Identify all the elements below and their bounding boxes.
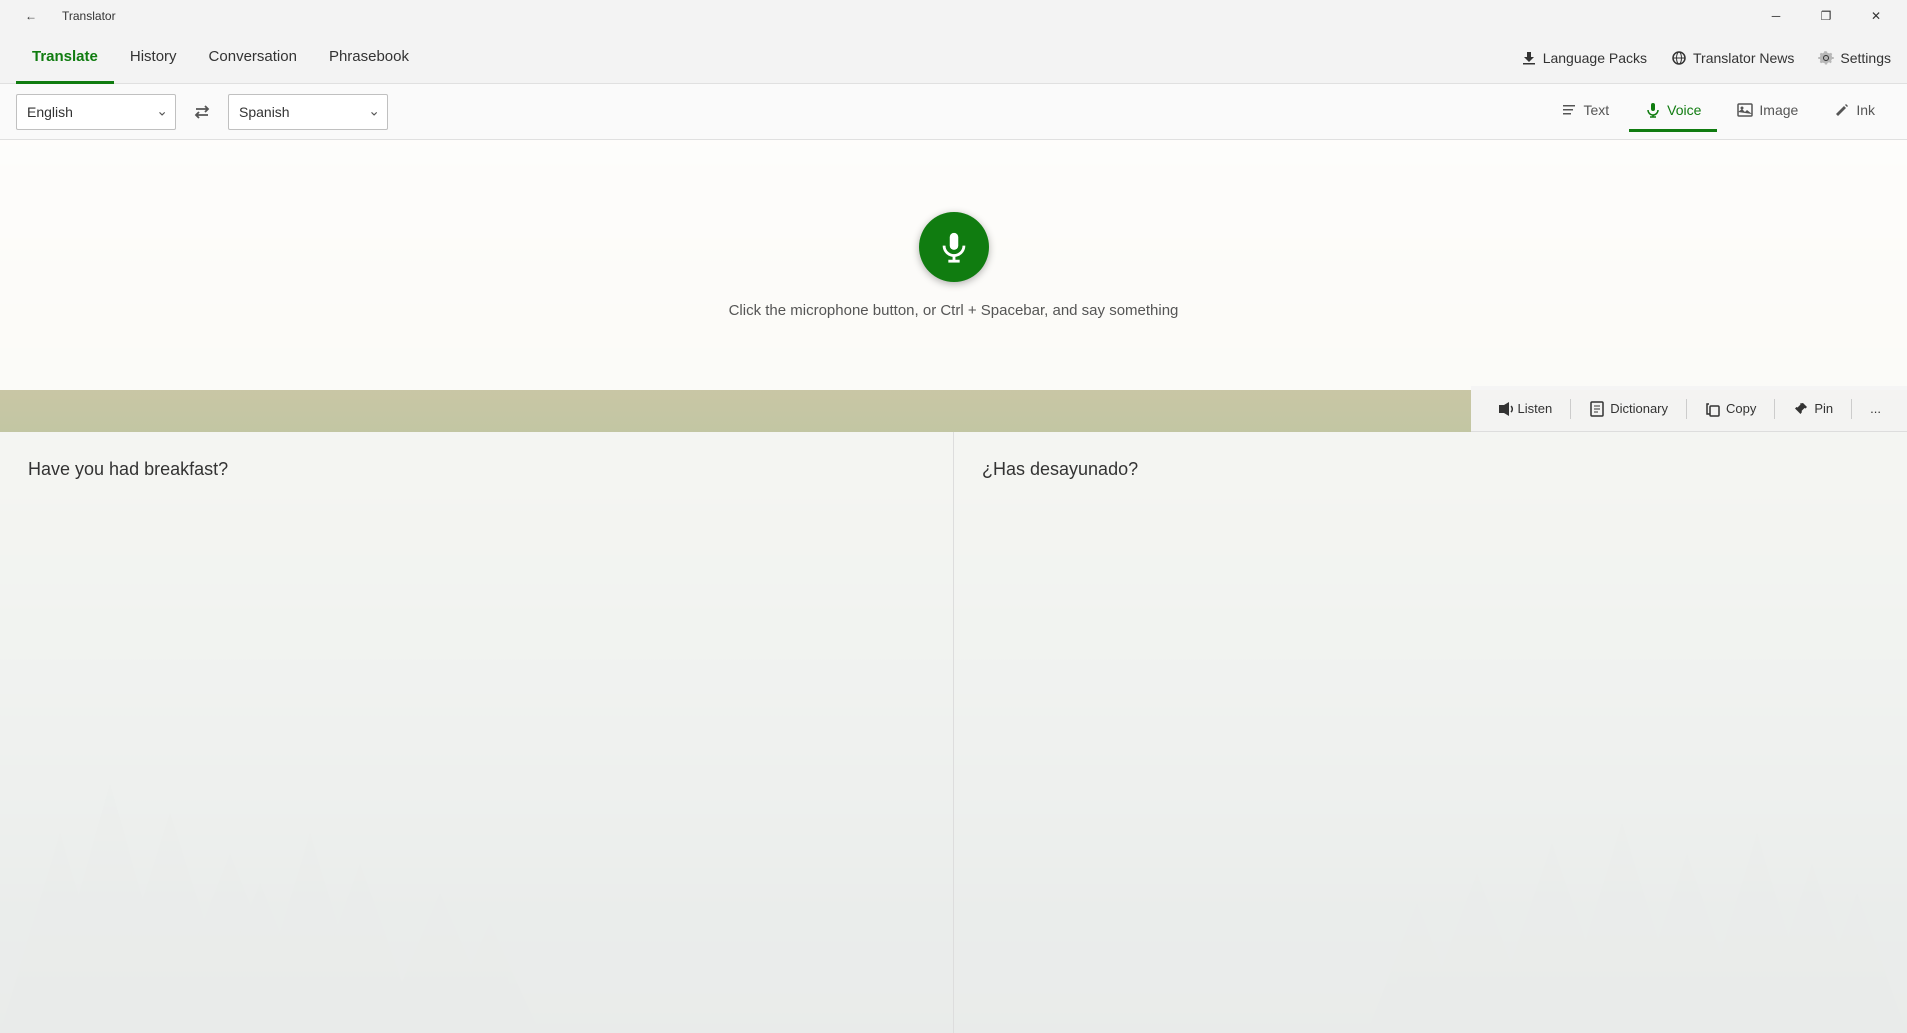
settings-button[interactable]: Settings	[1818, 50, 1891, 66]
voice-mode-icon	[1645, 102, 1661, 118]
pin-button[interactable]: Pin	[1783, 392, 1843, 426]
translation-panel: ¿Has desayunado?	[954, 432, 1907, 1033]
nav-tabs: Translate History Conversation Phraseboo…	[16, 32, 425, 84]
source-panel: Have you had breakfast?	[0, 432, 954, 1033]
back-button[interactable]: ←	[8, 0, 54, 32]
copy-button[interactable]: Copy	[1695, 392, 1766, 426]
listen-button[interactable]: Listen	[1487, 392, 1563, 426]
swap-icon	[192, 102, 212, 122]
restore-button[interactable]: ❐	[1803, 0, 1849, 32]
download-icon	[1521, 50, 1537, 66]
pin-icon	[1793, 401, 1809, 417]
nav-bar: Translate History Conversation Phraseboo…	[0, 32, 1907, 84]
copy-icon	[1705, 401, 1721, 417]
mode-tabs: Text Voice Image Ink	[1545, 92, 1891, 132]
tab-translate[interactable]: Translate	[16, 32, 114, 84]
tab-conversation[interactable]: Conversation	[193, 32, 313, 84]
source-lang-select[interactable]: English Spanish French German	[16, 94, 176, 130]
source-text: Have you had breakfast?	[28, 459, 228, 479]
microphone-icon	[937, 230, 971, 264]
text-mode-icon	[1561, 102, 1577, 118]
globe-icon	[1671, 50, 1687, 66]
toolbar-separator-3	[1774, 399, 1775, 419]
lang-bar: English Spanish French German Spanish En…	[0, 84, 1907, 140]
voice-hint: Click the microphone button, or Ctrl + S…	[729, 302, 1179, 319]
listen-icon	[1497, 401, 1513, 417]
gear-icon	[1818, 50, 1834, 66]
record-area: Click the microphone button, or Ctrl + S…	[0, 140, 1907, 390]
ink-mode-icon	[1834, 102, 1850, 118]
toolbar-separator-1	[1570, 399, 1571, 419]
mode-voice[interactable]: Voice	[1629, 92, 1717, 132]
tab-phrasebook[interactable]: Phrasebook	[313, 32, 425, 84]
translator-news-button[interactable]: Translator News	[1671, 50, 1794, 66]
panels-container: Have you had breakfast? ¿Has desayunado?	[0, 432, 1907, 1033]
minimize-button[interactable]: ─	[1753, 0, 1799, 32]
tab-history[interactable]: History	[114, 32, 193, 84]
app-title: Translator	[62, 9, 116, 23]
microphone-button[interactable]	[919, 212, 989, 282]
mode-text[interactable]: Text	[1545, 92, 1625, 132]
toolbar-separator-2	[1686, 399, 1687, 419]
dictionary-icon	[1589, 401, 1605, 417]
close-button[interactable]: ✕	[1853, 0, 1899, 32]
swap-languages-button[interactable]	[184, 94, 220, 130]
nav-right-items: Language Packs Translator News Settings	[1521, 50, 1891, 66]
source-lang-wrapper: English Spanish French German	[16, 94, 176, 130]
language-selectors: English Spanish French German Spanish En…	[16, 94, 388, 130]
translated-text: ¿Has desayunado?	[982, 459, 1138, 479]
action-toolbar: Listen Dictionary Copy Pin	[1471, 386, 1907, 432]
toolbar-separator-4	[1851, 399, 1852, 419]
more-button[interactable]: ...	[1860, 392, 1891, 426]
mode-image[interactable]: Image	[1721, 92, 1814, 132]
target-lang-wrapper: Spanish English French German	[228, 94, 388, 130]
dictionary-button[interactable]: Dictionary	[1579, 392, 1678, 426]
scene-container: Click the microphone button, or Ctrl + S…	[0, 140, 1907, 1033]
image-mode-icon	[1737, 102, 1753, 118]
target-lang-select[interactable]: Spanish English French German	[228, 94, 388, 130]
mode-ink[interactable]: Ink	[1818, 92, 1891, 132]
language-packs-button[interactable]: Language Packs	[1521, 50, 1647, 66]
title-bar: ← Translator ─ ❐ ✕	[0, 0, 1907, 32]
